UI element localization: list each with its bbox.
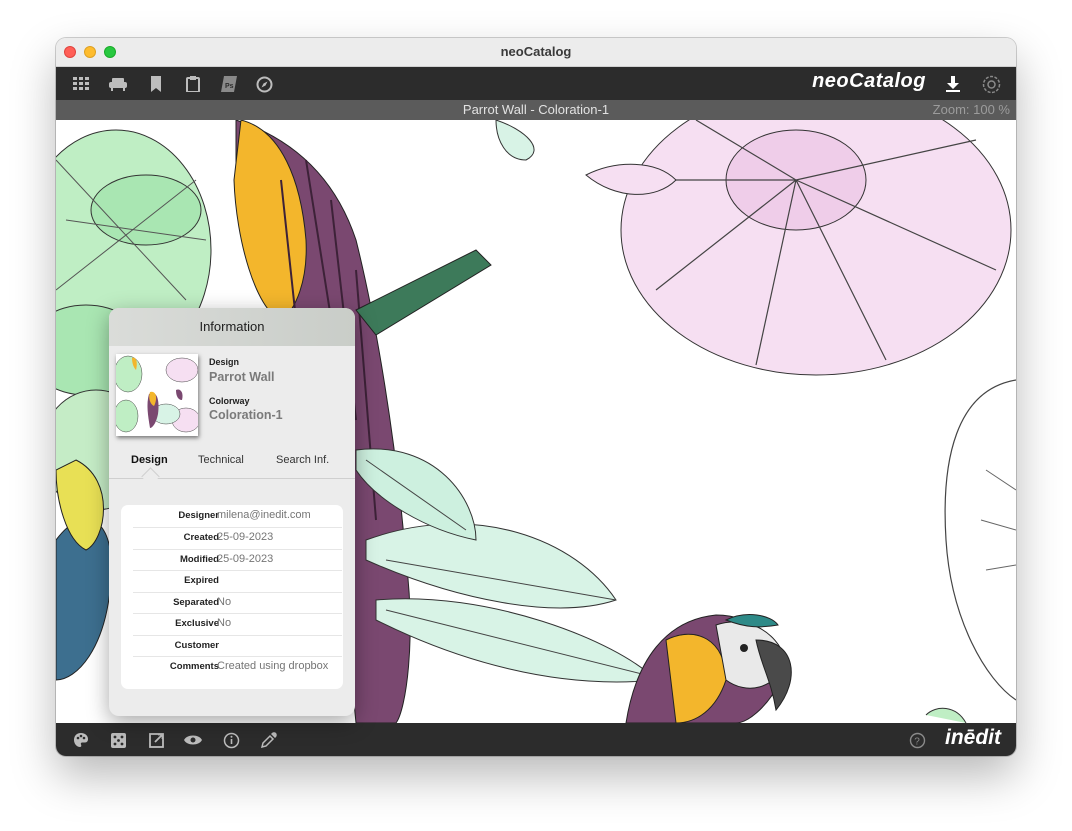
table-row: Comments Created using dropbox	[133, 656, 342, 672]
table-row: Created 25-09-2023	[133, 527, 342, 543]
field-value: 25-09-2023	[217, 531, 274, 543]
inedit-logo: inēdit	[945, 726, 1001, 749]
window-title: neoCatalog	[500, 44, 572, 59]
info-icon[interactable]	[221, 730, 241, 750]
design-label: Design	[209, 357, 240, 367]
title-bar: neoCatalog	[56, 38, 1016, 67]
svg-text:?: ?	[914, 736, 920, 747]
table-row: Exclusive No	[133, 613, 342, 629]
neocatalog-logo: neoCatalog	[812, 70, 926, 92]
help-icon[interactable]: ?	[907, 730, 927, 750]
document-bar: Parrot Wall - Coloration-1 Zoom: 100 %	[56, 100, 1016, 120]
field-label: Customer	[174, 640, 219, 651]
photoshop-icon[interactable]: Ps	[219, 74, 239, 94]
compass-icon[interactable]	[254, 74, 274, 94]
field-label: Comments	[169, 661, 219, 672]
app-window: neoCatalog Ps neoCatalog Parrot Wall - C…	[56, 38, 1016, 756]
main-toolbar: Ps neoCatalog	[56, 67, 1016, 100]
field-label: Exclusive	[175, 618, 219, 629]
tab-design[interactable]: Design	[131, 454, 168, 466]
parrot-bottom-artwork	[625, 614, 792, 723]
details-table: Designer milena@inedit.com Created 25-09…	[121, 505, 343, 689]
dice-icon[interactable]	[108, 730, 128, 750]
sofa-icon[interactable]	[108, 74, 128, 94]
table-row: Expired	[133, 570, 342, 586]
eyedropper-icon[interactable]	[259, 730, 279, 750]
tab-technical[interactable]: Technical	[198, 454, 244, 466]
settings-icon[interactable]	[981, 74, 1001, 94]
svg-text:Ps: Ps	[225, 83, 234, 90]
field-value: No	[217, 617, 232, 629]
field-value: 25-09-2023	[217, 553, 274, 565]
colorway-label: Colorway	[209, 396, 250, 406]
information-panel: Information Design Parrot Wall Colorway …	[109, 308, 355, 716]
field-value: Created using dropbox	[217, 660, 329, 672]
tab-search-info[interactable]: Search Inf.	[276, 454, 329, 466]
bottom-toolbar: ? inēdit	[56, 723, 1016, 756]
field-label: Created	[183, 532, 219, 543]
grid-icon[interactable]	[71, 74, 91, 94]
field-label: Designer	[178, 510, 219, 521]
design-thumbnail	[116, 354, 198, 436]
table-row: Modified 25-09-2023	[133, 549, 342, 565]
outline-flower-artwork	[925, 379, 1016, 723]
field-label: Expired	[184, 575, 219, 586]
table-row: Customer	[133, 635, 342, 651]
bookmark-icon[interactable]	[146, 74, 166, 94]
pink-flower-artwork	[585, 120, 1012, 376]
clipboard-icon[interactable]	[183, 74, 203, 94]
field-value: No	[217, 596, 232, 608]
colorway-name: Coloration-1	[209, 408, 283, 422]
document-title: Parrot Wall - Coloration-1	[462, 102, 610, 117]
field-label: Separated	[173, 597, 219, 608]
eye-icon[interactable]	[183, 730, 203, 750]
download-icon[interactable]	[943, 74, 963, 94]
field-value: milena@inedit.com	[217, 509, 311, 521]
external-link-icon[interactable]	[146, 730, 166, 750]
design-name: Parrot Wall	[209, 370, 275, 384]
zoom-level: Zoom: 100 %	[932, 102, 1010, 117]
palette-icon[interactable]	[71, 730, 91, 750]
panel-title: Information	[109, 308, 355, 346]
table-row: Separated No	[133, 592, 342, 608]
field-label: Modified	[179, 554, 219, 565]
